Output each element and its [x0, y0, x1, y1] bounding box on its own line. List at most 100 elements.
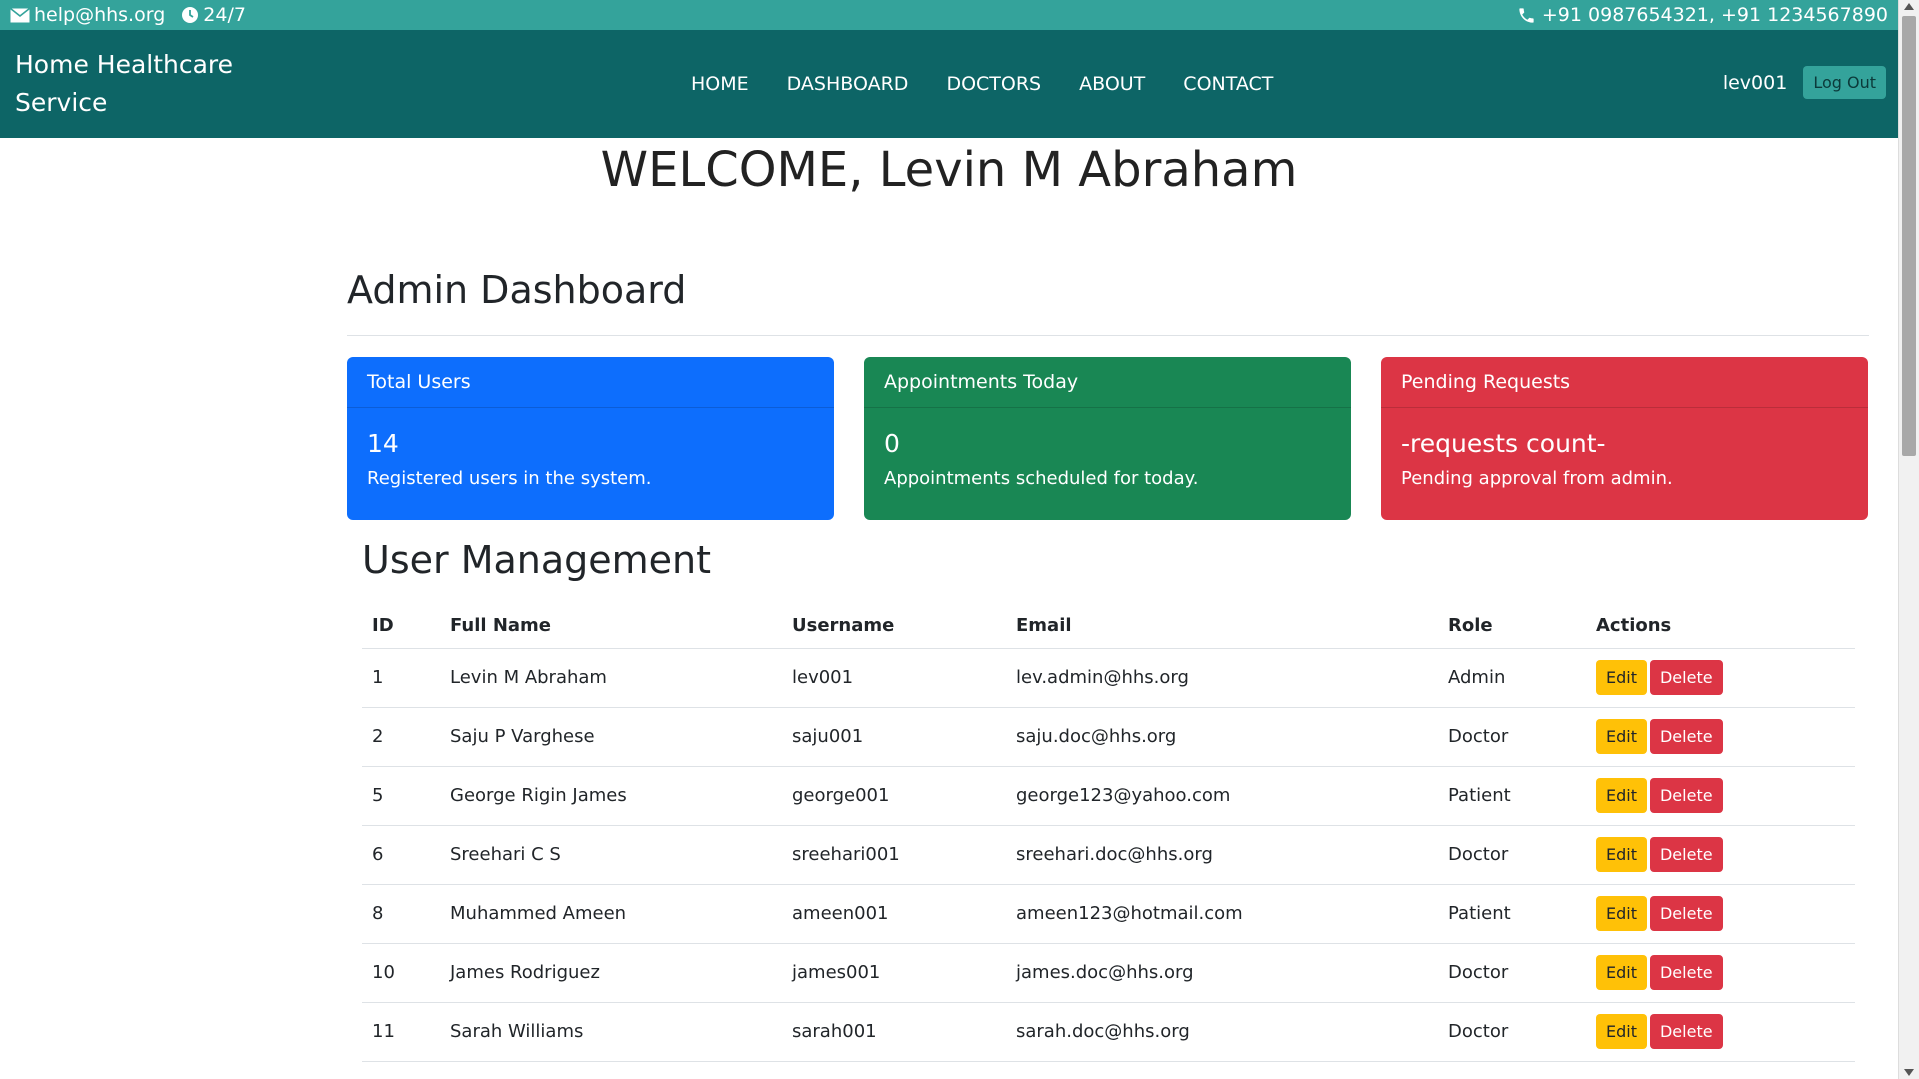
cell-full-name: James Rodriguez: [440, 943, 782, 1003]
cell-email: lev.admin@hhs.org: [1006, 648, 1438, 708]
cell-email: ameen123@hotmail.com: [1006, 884, 1438, 944]
delete-button[interactable]: Delete: [1649, 719, 1723, 754]
table-row: 6 Sreehari C S sreehari001 sreehari.doc@…: [362, 825, 1855, 885]
nav-contact[interactable]: CONTACT: [1164, 70, 1292, 98]
delete-button[interactable]: Delete: [1649, 778, 1723, 813]
delete-button[interactable]: Delete: [1649, 837, 1723, 872]
cell-email: sreehari.doc@hhs.org: [1006, 825, 1438, 885]
hours-text: 24/7: [203, 4, 246, 26]
cell-full-name: Sarah Williams: [440, 1002, 782, 1062]
cell-id: 5: [362, 766, 440, 826]
cell-username: sreehari001: [782, 825, 1006, 885]
email-contact[interactable]: help@hhs.org: [10, 4, 165, 26]
cell-role: Doctor: [1438, 825, 1586, 885]
nav-links: HOME DASHBOARD DOCTORS ABOUT CONTACT: [672, 70, 1292, 98]
pending-requests-card: Pending Requests -requests count- Pendin…: [1381, 357, 1868, 520]
cell-email: sarah.doc@hhs.org: [1006, 1002, 1438, 1062]
cell-id: 8: [362, 884, 440, 944]
contact-info-left: help@hhs.org 24/7: [10, 4, 256, 26]
cell-role: Patient: [1438, 766, 1586, 826]
cell-actions: Edit Delete: [1586, 943, 1855, 1003]
total-users-card: Total Users 14 Registered users in the s…: [347, 357, 834, 520]
table-row: 11 Sarah Williams sarah001 sarah.doc@hhs…: [362, 1002, 1855, 1062]
cell-full-name: Sreehari C S: [440, 825, 782, 885]
scroll-thumb[interactable]: [1902, 16, 1916, 456]
card-description: Registered users in the system.: [367, 468, 652, 489]
cell-username: sarah001: [782, 1002, 1006, 1062]
dashboard-title: Admin Dashboard: [347, 268, 687, 312]
edit-button[interactable]: Edit: [1596, 778, 1647, 813]
scroll-up-arrow-icon[interactable]: [1904, 3, 1914, 10]
column-header-email: Email: [1006, 604, 1438, 649]
cell-email: james.doc@hhs.org: [1006, 943, 1438, 1003]
edit-button[interactable]: Edit: [1596, 955, 1647, 990]
delete-button[interactable]: Delete: [1649, 955, 1723, 990]
appointments-today-card: Appointments Today 0 Appointments schedu…: [864, 357, 1351, 520]
current-username: lev001: [1722, 71, 1788, 94]
column-header-username: Username: [782, 604, 1006, 649]
table-row: 5 George Rigin James george001 george123…: [362, 766, 1855, 826]
cell-role: Doctor: [1438, 707, 1586, 767]
delete-button[interactable]: Delete: [1649, 660, 1723, 695]
nav-dashboard[interactable]: DASHBOARD: [768, 70, 928, 98]
phone-text[interactable]: +91 0987654321, +91 1234567890: [1542, 4, 1888, 26]
cell-id: 10: [362, 943, 440, 1003]
phone-icon: [1519, 7, 1534, 23]
card-value: 0: [884, 429, 900, 458]
cell-username: saju001: [782, 707, 1006, 767]
table-row: 8 Muhammed Ameen ameen001 ameen123@hotma…: [362, 884, 1855, 944]
column-header-role: Role: [1438, 604, 1586, 649]
edit-button[interactable]: Edit: [1596, 837, 1647, 872]
cell-actions: Edit Delete: [1586, 766, 1855, 826]
cell-actions: Edit Delete: [1586, 825, 1855, 885]
edit-button[interactable]: Edit: [1596, 1014, 1647, 1049]
nav-about[interactable]: ABOUT: [1060, 70, 1164, 98]
welcome-heading: WELCOME, Levin M Abraham: [600, 142, 1298, 198]
hours-info: 24/7: [181, 4, 246, 26]
users-table: ID Full Name Username Email Role Actions…: [362, 604, 1855, 1062]
nav-home[interactable]: HOME: [672, 70, 768, 98]
edit-button[interactable]: Edit: [1596, 719, 1647, 754]
cell-role: Patient: [1438, 884, 1586, 944]
cell-email: saju.doc@hhs.org: [1006, 707, 1438, 767]
cell-id: 6: [362, 825, 440, 885]
user-box: lev001 Log Out: [1723, 66, 1886, 99]
column-header-full-name: Full Name: [440, 604, 782, 649]
main-navbar: Home Healthcare Service HOME DASHBOARD D…: [0, 30, 1898, 138]
cell-username: james001: [782, 943, 1006, 1003]
brand-logo[interactable]: Home Healthcare Service: [15, 46, 245, 122]
column-header-id: ID: [362, 604, 440, 649]
card-header: Pending Requests: [1381, 357, 1868, 408]
cell-role: Doctor: [1438, 943, 1586, 1003]
edit-button[interactable]: Edit: [1596, 896, 1647, 931]
cell-actions: Edit Delete: [1586, 884, 1855, 944]
user-management-title: User Management: [362, 538, 712, 582]
cell-actions: Edit Delete: [1586, 1002, 1855, 1062]
cell-username: lev001: [782, 648, 1006, 708]
cell-username: ameen001: [782, 884, 1006, 944]
cell-id: 11: [362, 1002, 440, 1062]
card-value: -requests count-: [1401, 429, 1606, 458]
cell-id: 1: [362, 648, 440, 708]
divider: [347, 335, 1869, 336]
edit-button[interactable]: Edit: [1596, 660, 1647, 695]
table-row: 10 James Rodriguez james001 james.doc@hh…: [362, 943, 1855, 1003]
top-info-bar: help@hhs.org 24/7 +91 0987654321, +91 12…: [0, 0, 1898, 30]
nav-doctors[interactable]: DOCTORS: [927, 70, 1060, 98]
table-row: 1 Levin M Abraham lev001 lev.admin@hhs.o…: [362, 648, 1855, 708]
cell-full-name: Levin M Abraham: [440, 648, 782, 708]
page-scrollbar[interactable]: [1898, 0, 1919, 1079]
column-header-actions: Actions: [1586, 604, 1855, 649]
cell-full-name: George Rigin James: [440, 766, 782, 826]
cell-email: george123@yahoo.com: [1006, 766, 1438, 826]
clock-icon: [182, 7, 199, 23]
card-value: 14: [367, 429, 399, 458]
card-description: Pending approval from admin.: [1401, 468, 1673, 489]
logout-button[interactable]: Log Out: [1803, 66, 1886, 99]
cell-id: 2: [362, 707, 440, 767]
cell-full-name: Saju P Varghese: [440, 707, 782, 767]
delete-button[interactable]: Delete: [1649, 1014, 1723, 1049]
delete-button[interactable]: Delete: [1649, 896, 1723, 931]
scroll-down-arrow-icon[interactable]: [1904, 1069, 1914, 1076]
table-header-row: ID Full Name Username Email Role Actions: [362, 604, 1855, 649]
